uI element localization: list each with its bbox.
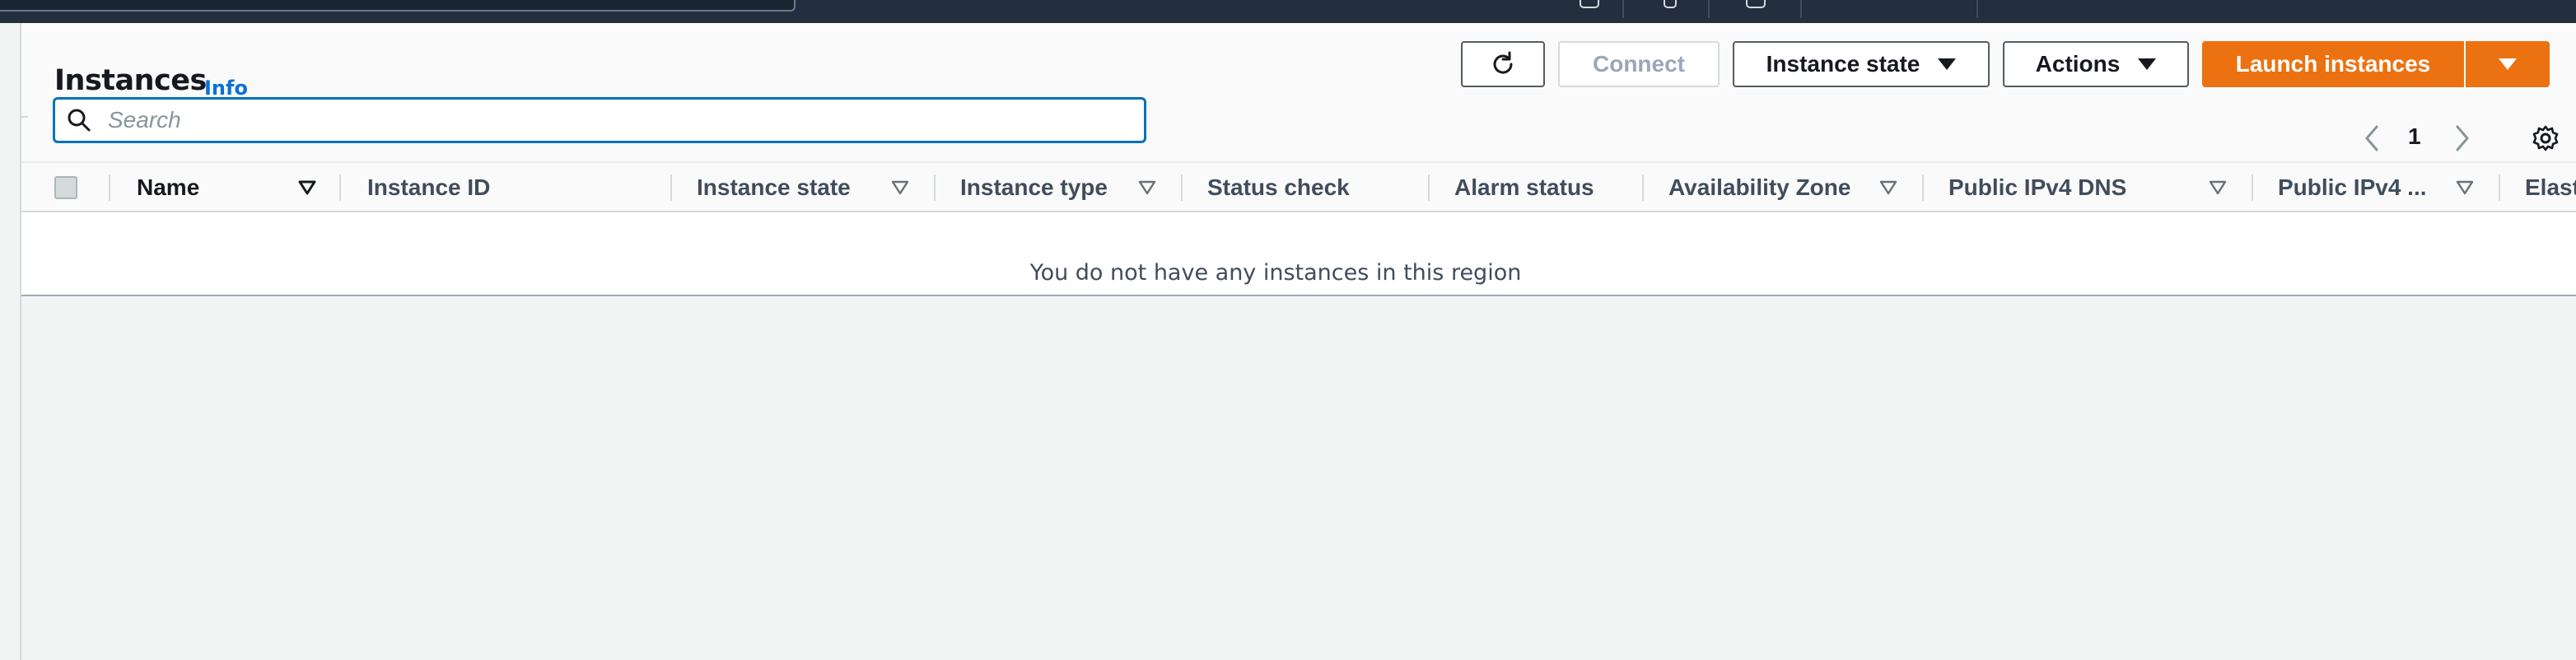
next-page-icon[interactable] xyxy=(2449,122,2474,155)
column-divider xyxy=(109,174,110,201)
nav-divider xyxy=(1708,0,1710,18)
gear-icon[interactable] xyxy=(2532,124,2560,152)
actions-label: Actions xyxy=(2035,51,2121,77)
sort-icon[interactable] xyxy=(891,163,909,212)
column-header-availability-zone[interactable]: Availability Zone xyxy=(1668,163,1850,212)
sort-icon[interactable] xyxy=(2209,163,2227,212)
caret-down-icon xyxy=(1938,58,1957,70)
notifications-icon[interactable] xyxy=(1664,0,1677,8)
sort-icon[interactable] xyxy=(298,163,316,212)
column-divider xyxy=(339,174,341,201)
nav-divider xyxy=(1976,0,1978,18)
instance-state-label: Instance state xyxy=(1766,51,1920,77)
search-icon xyxy=(68,109,91,132)
launch-instances-label: Launch instances xyxy=(2235,51,2431,77)
refresh-icon xyxy=(1493,51,1513,74)
panel-header: Instances Info Connect Instance state Ac… xyxy=(21,23,2576,161)
sort-icon[interactable] xyxy=(1138,163,1156,212)
global-search-field[interactable] xyxy=(0,0,796,12)
previous-page-icon[interactable] xyxy=(2360,122,2385,155)
select-all-checkbox[interactable] xyxy=(54,176,77,199)
caret-down-icon xyxy=(2138,58,2157,70)
actions-dropdown[interactable]: Actions xyxy=(2003,41,2189,87)
connect-button-label: Connect xyxy=(1593,51,1685,77)
column-divider xyxy=(934,174,936,201)
header-divider xyxy=(21,116,28,118)
column-divider xyxy=(2252,174,2253,201)
sort-icon[interactable] xyxy=(2456,163,2474,212)
column-header-public-ipv4-dns[interactable]: Public IPv4 DNS xyxy=(1948,163,2126,212)
current-page-number[interactable]: 1 xyxy=(2408,123,2421,150)
column-divider xyxy=(1642,174,1644,201)
column-divider xyxy=(670,174,672,201)
launch-options-dropdown[interactable] xyxy=(2466,41,2550,87)
nav-divider xyxy=(1622,0,1624,18)
page-title: Instances xyxy=(54,64,207,97)
sort-icon[interactable] xyxy=(1879,163,1897,212)
column-header-name[interactable]: Name xyxy=(137,163,199,212)
search-input-wrapper[interactable] xyxy=(53,97,1146,143)
cloudshell-icon[interactable] xyxy=(1580,0,1599,8)
empty-table-row: You do not have any instances in this re… xyxy=(21,212,2576,295)
info-link[interactable]: Info xyxy=(204,77,248,100)
column-divider xyxy=(1181,174,1183,201)
launch-instances-button[interactable]: Launch instances xyxy=(2202,41,2464,87)
nav-divider xyxy=(1800,0,1802,18)
caret-down-icon xyxy=(2499,58,2517,70)
help-icon[interactable] xyxy=(1746,0,1766,8)
refresh-button[interactable] xyxy=(1461,41,1545,87)
column-header-instance-type[interactable]: Instance type xyxy=(960,163,1108,212)
column-header-instance-id[interactable]: Instance ID xyxy=(367,163,490,212)
column-header-public-ipv4[interactable]: Public IPv4 ... xyxy=(2278,163,2427,212)
column-header-status-check[interactable]: Status check xyxy=(1207,163,1350,212)
column-divider xyxy=(1922,174,1924,201)
column-divider xyxy=(2499,174,2500,201)
search-input[interactable] xyxy=(108,107,1096,133)
column-header-alarm-status[interactable]: Alarm status xyxy=(1454,163,1594,212)
connect-button[interactable]: Connect xyxy=(1558,41,1720,87)
column-header-elastic-ip[interactable]: Elast xyxy=(2525,163,2576,212)
table-header: Name Instance ID Instance state Instance… xyxy=(21,161,2576,212)
instances-panel: Instances Info Connect Instance state Ac… xyxy=(21,23,2576,296)
column-header-instance-state[interactable]: Instance state xyxy=(697,163,851,212)
top-navigation-bar xyxy=(0,0,2576,23)
empty-state-message: You do not have any instances in this re… xyxy=(1029,260,1522,286)
column-divider xyxy=(1428,174,1430,201)
instance-state-dropdown[interactable]: Instance state xyxy=(1733,41,1990,87)
